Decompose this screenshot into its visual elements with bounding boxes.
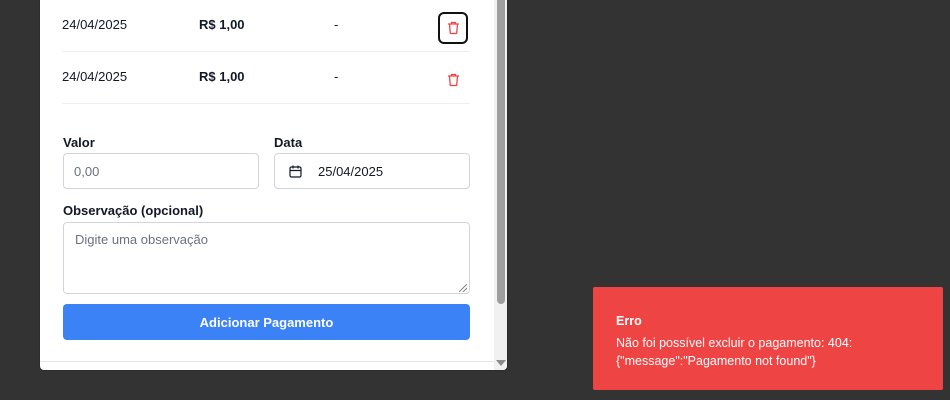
scroll-down-arrow[interactable] [496,360,506,366]
trash-icon [447,73,459,87]
trash-icon [447,21,459,35]
payment-amount: R$ 1,00 [199,69,245,84]
payment-row: 24/04/2025 R$ 1,00 - [62,0,470,52]
panel-divider [40,361,494,362]
calendar-icon [289,165,302,178]
scrollbar-thumb[interactable] [497,0,505,304]
toast-message: Não foi possível excluir o pagamento: 40… [616,336,853,368]
payment-date: 24/04/2025 [62,17,128,32]
value-input[interactable] [63,153,259,189]
note-textarea[interactable] [63,222,470,294]
date-input[interactable]: 25/04/2025 [274,153,470,189]
payment-note: - [334,17,339,32]
error-toast[interactable]: Erro Não foi possível excluir o pagament… [593,287,943,390]
scrollbar[interactable] [494,0,507,370]
payment-row: 24/04/2025 R$ 1,00 - [62,52,470,104]
delete-payment-button[interactable] [438,12,468,44]
add-payment-button[interactable]: Adicionar Pagamento [63,304,470,340]
payments-panel: 24/04/2025 R$ 1,00 - 24/04/2025 R$ 1,00 … [40,0,507,370]
payment-amount: R$ 1,00 [199,17,245,32]
toast-title: Erro [616,314,642,328]
payment-date: 24/04/2025 [62,69,128,84]
date-label: Data [274,135,303,150]
payment-note: - [334,69,339,84]
date-value: 25/04/2025 [318,163,384,179]
value-label: Valor [63,135,95,150]
delete-payment-button[interactable] [438,64,468,96]
note-label: Observação (opcional) [63,203,204,218]
textarea-resize-handle[interactable] [459,284,467,292]
